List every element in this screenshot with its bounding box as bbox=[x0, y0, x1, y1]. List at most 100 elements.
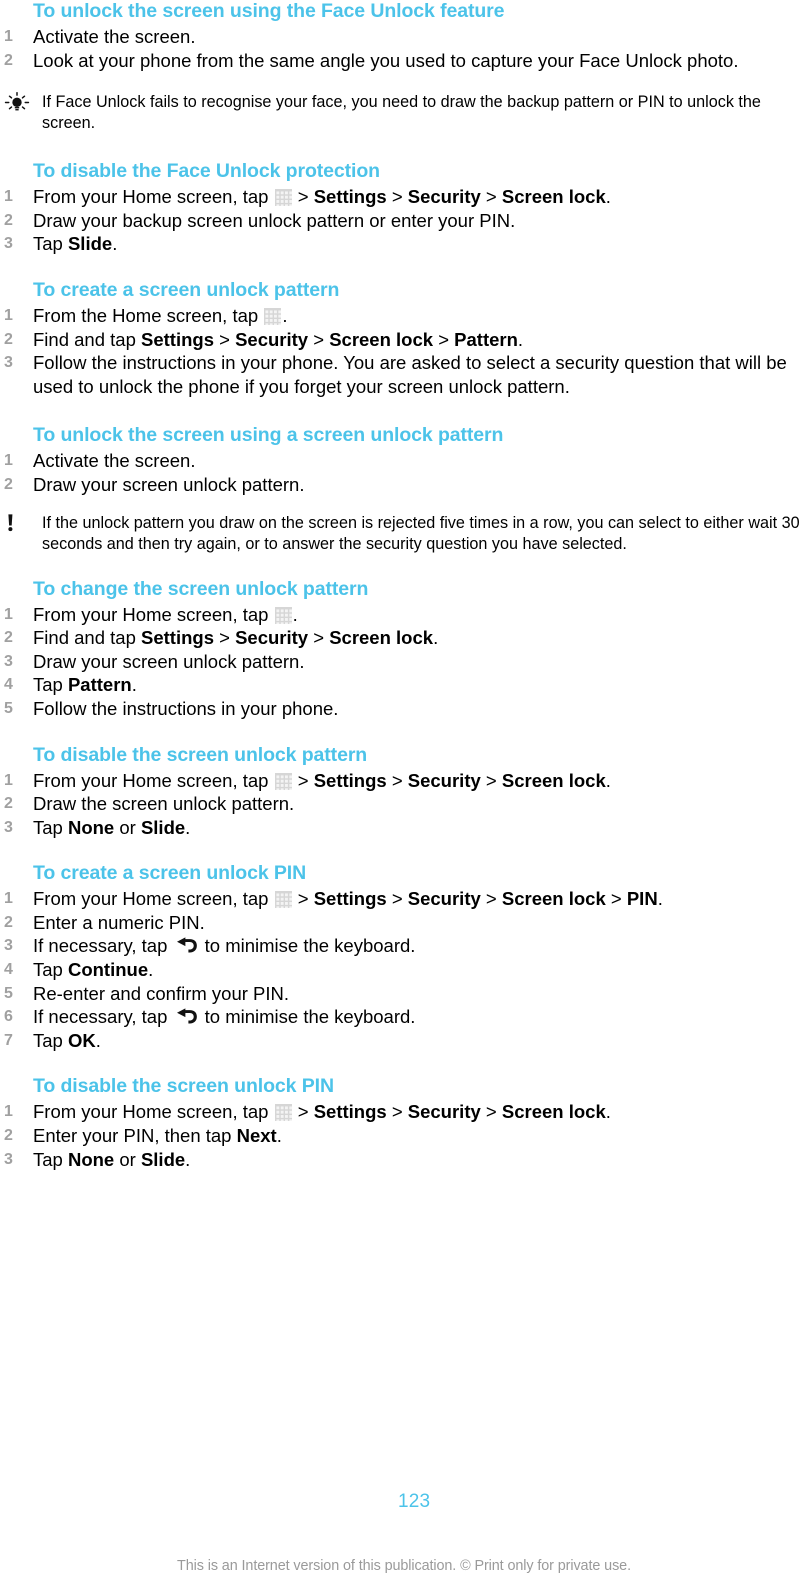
ui-path-segment: PIN bbox=[626, 888, 658, 910]
ui-path-segment: None bbox=[67, 1148, 115, 1170]
ui-path-segment: Settings bbox=[313, 888, 387, 910]
step-text: Activate the screen. bbox=[33, 450, 196, 472]
step-item: If necessary, tap to minimise the keyboa… bbox=[0, 934, 808, 958]
step-text: Tap Pattern. bbox=[33, 674, 137, 696]
path-separator: > bbox=[297, 888, 309, 910]
section-create-unlock-pin: To create a screen unlock PIN From your H… bbox=[0, 862, 808, 1052]
ui-path-segment: Pattern bbox=[454, 328, 518, 350]
path-separator: > bbox=[391, 1101, 403, 1123]
ui-path-segment: OK bbox=[67, 1029, 96, 1051]
path-separator: > bbox=[485, 1101, 497, 1123]
section-heading: To unlock the screen using the Face Unlo… bbox=[33, 0, 505, 22]
ui-path-segment: Security bbox=[407, 888, 481, 910]
note-text: If the unlock pattern you draw on the sc… bbox=[42, 513, 800, 553]
step-item: From your Home screen, tap . bbox=[0, 603, 808, 627]
ui-path-segment: Slide bbox=[140, 1148, 186, 1170]
step-text: Tap None or Slide. bbox=[33, 1148, 191, 1170]
step-list: From your Home screen, tap > Settings > … bbox=[0, 185, 808, 256]
step-text: Follow the instructions in your phone. bbox=[33, 697, 339, 719]
section-create-unlock-pattern: To create a screen unlock pattern From th… bbox=[0, 279, 808, 398]
step-item: Find and tap Settings > Security > Scree… bbox=[0, 626, 808, 650]
step-text: Look at your phone from the same angle y… bbox=[33, 49, 739, 71]
step-item: Follow the instructions in your phone. Y… bbox=[0, 351, 808, 398]
step-item: Follow the instructions in your phone. bbox=[0, 697, 808, 721]
section-change-unlock-pattern: To change the screen unlock pattern From … bbox=[0, 578, 808, 721]
lightbulb-icon bbox=[2, 92, 32, 114]
path-separator: > bbox=[313, 627, 325, 649]
step-text: If necessary, tap to minimise the keyboa… bbox=[33, 1006, 416, 1028]
section-unlock-face-unlock: To unlock the screen using the Face Unlo… bbox=[0, 0, 808, 134]
step-text: From your Home screen, tap > Settings > … bbox=[33, 186, 611, 208]
step-item: Enter your PIN, then tap Next. bbox=[0, 1124, 808, 1148]
step-text: Draw your screen unlock pattern. bbox=[33, 650, 305, 672]
path-separator: > bbox=[391, 888, 403, 910]
publication-disclaimer: This is an Internet version of this publ… bbox=[177, 1558, 631, 1574]
app-drawer-grid-icon bbox=[274, 606, 292, 624]
ui-path-segment: Settings bbox=[313, 186, 387, 208]
step-text: From your Home screen, tap > Settings > … bbox=[33, 888, 663, 910]
section-heading: To disable the Face Unlock protection bbox=[33, 160, 380, 183]
step-item: Draw your screen unlock pattern. bbox=[0, 650, 808, 674]
step-item: From the Home screen, tap . bbox=[0, 304, 808, 328]
step-text: From the Home screen, tap . bbox=[33, 304, 288, 326]
ui-path-segment: Next bbox=[236, 1125, 277, 1147]
path-separator: > bbox=[297, 769, 309, 791]
step-item: Tap None or Slide. bbox=[0, 816, 808, 840]
app-drawer-grid-icon bbox=[264, 307, 282, 325]
ui-path-segment: Pattern bbox=[67, 674, 132, 696]
note-tip: If Face Unlock fails to recognise your f… bbox=[0, 92, 808, 134]
step-item: Enter a numeric PIN. bbox=[0, 911, 808, 935]
section-heading: To create a screen unlock pattern bbox=[33, 278, 340, 301]
ui-path-segment: Screen lock bbox=[329, 627, 434, 649]
exclamation-icon bbox=[2, 513, 32, 535]
step-text: Enter your PIN, then tap Next. bbox=[33, 1125, 282, 1147]
path-separator: > bbox=[485, 186, 497, 208]
note-warning: If the unlock pattern you draw on the sc… bbox=[0, 513, 808, 555]
back-arrow-icon bbox=[175, 1008, 198, 1027]
ui-path-segment: Screen lock bbox=[501, 186, 606, 208]
section-heading: To disable the screen unlock PIN bbox=[33, 1075, 334, 1098]
step-list: From your Home screen, tap > Settings > … bbox=[0, 887, 808, 1052]
ui-path-segment: Security bbox=[235, 627, 309, 649]
step-item: Tap Slide. bbox=[0, 232, 808, 256]
step-item: Re-enter and confirm your PIN. bbox=[0, 982, 808, 1006]
step-text: From your Home screen, tap . bbox=[33, 603, 298, 625]
section-disable-face-unlock: To disable the Face Unlock protection Fro… bbox=[0, 160, 808, 256]
section-heading: To create a screen unlock PIN bbox=[33, 862, 307, 885]
step-text: Activate the screen. bbox=[33, 26, 196, 47]
ui-path-segment: Security bbox=[407, 1101, 481, 1123]
ui-path-segment: Screen lock bbox=[501, 769, 606, 791]
ui-path-segment: Settings bbox=[141, 627, 214, 649]
step-item: Tap OK. bbox=[0, 1029, 808, 1053]
ui-path-segment: Settings bbox=[313, 769, 387, 791]
path-separator: > bbox=[485, 769, 497, 791]
page-content: To unlock the screen using the Face Unlo… bbox=[0, 0, 808, 1171]
step-item: Activate the screen. bbox=[0, 449, 808, 473]
ui-path-segment: Screen lock bbox=[501, 1101, 606, 1123]
note-text: If Face Unlock fails to recognise your f… bbox=[42, 93, 761, 133]
step-item: Activate the screen. bbox=[0, 25, 808, 49]
ui-path-segment: Screen lock bbox=[329, 328, 434, 350]
step-text: Draw the screen unlock pattern. bbox=[33, 793, 295, 815]
document-page: To unlock the screen using the Face Unlo… bbox=[0, 0, 808, 1590]
section-unlock-with-pattern: To unlock the screen using a screen unlo… bbox=[0, 424, 808, 554]
step-text: From your Home screen, tap > Settings > … bbox=[33, 769, 611, 791]
path-separator: > bbox=[219, 328, 230, 350]
section-heading: To unlock the screen using a screen unlo… bbox=[33, 424, 504, 447]
app-drawer-grid-icon bbox=[274, 189, 292, 207]
step-text: Tap OK. bbox=[33, 1029, 101, 1051]
path-separator: > bbox=[391, 769, 403, 791]
path-separator: > bbox=[485, 888, 497, 910]
step-list: From your Home screen, tap > Settings > … bbox=[0, 1100, 808, 1171]
path-separator: > bbox=[219, 627, 230, 649]
step-list: Activate the screen. Draw your screen unl… bbox=[0, 449, 808, 496]
step-item: If necessary, tap to minimise the keyboa… bbox=[0, 1005, 808, 1029]
step-item: From your Home screen, tap > Settings > … bbox=[0, 887, 808, 911]
step-item: From your Home screen, tap > Settings > … bbox=[0, 1100, 808, 1124]
app-drawer-grid-icon bbox=[274, 891, 292, 909]
section-heading: To disable the screen unlock pattern bbox=[33, 743, 368, 766]
step-item: From your Home screen, tap > Settings > … bbox=[0, 185, 808, 209]
path-separator: > bbox=[438, 328, 450, 350]
ui-path-segment: Slide bbox=[67, 233, 113, 255]
step-text: If necessary, tap to minimise the keyboa… bbox=[33, 935, 416, 957]
